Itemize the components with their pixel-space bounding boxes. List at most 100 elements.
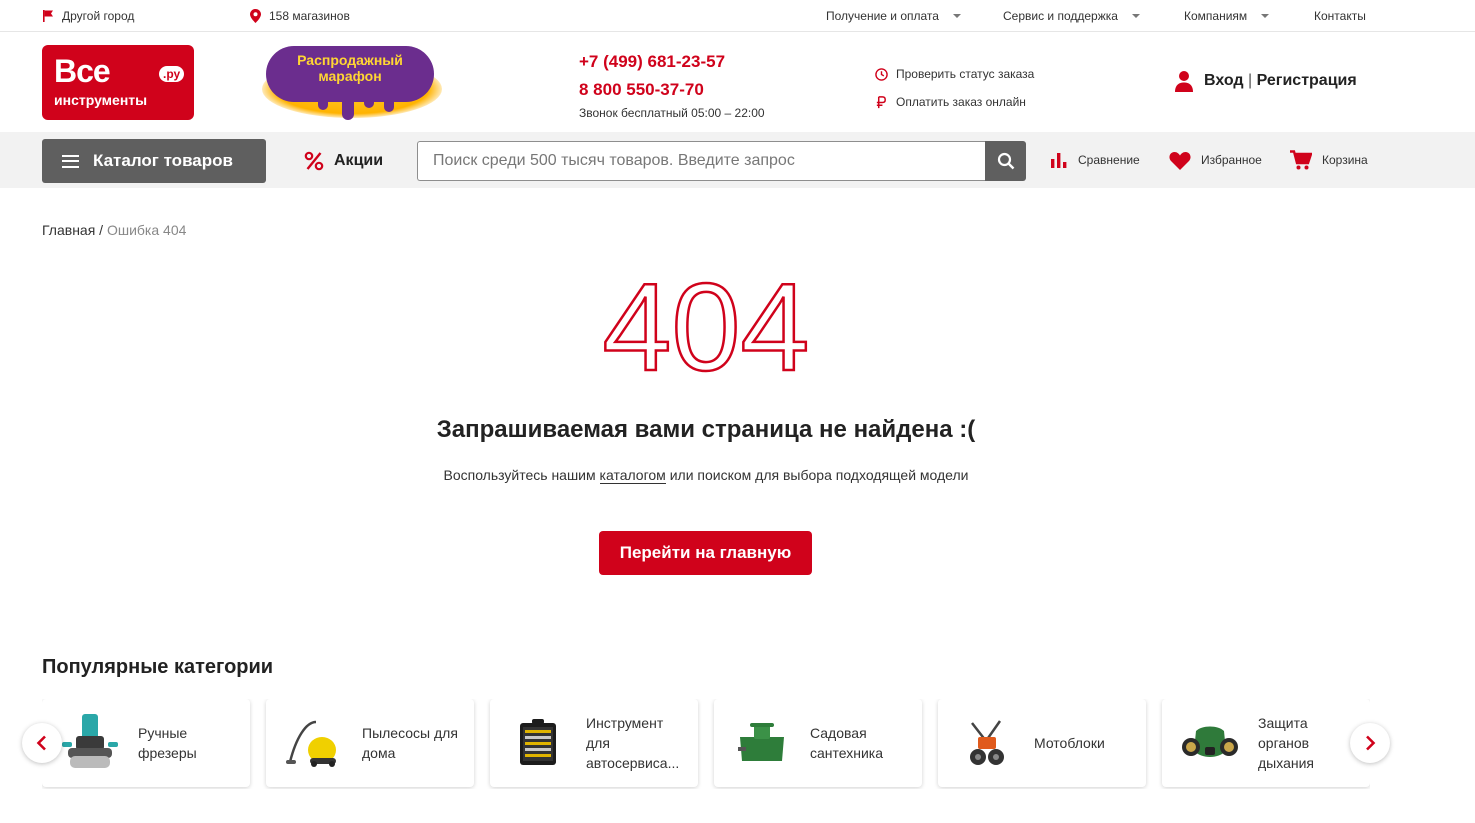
- pay-online-link[interactable]: Оплатить заказ онлайн: [875, 88, 1034, 116]
- menu-service[interactable]: Сервис и поддержка: [1003, 0, 1140, 32]
- popular-categories-carousel: Ручные фрезеры Пылесосы для дома Инструм…: [42, 699, 1370, 789]
- search-icon: [997, 152, 1014, 170]
- category-card[interactable]: Инструмент для автосервиса...: [490, 699, 698, 787]
- logo-suffix: .ру: [159, 66, 185, 82]
- error-subtitle: Воспользуйтесь нашим каталогом или поиск…: [0, 467, 1412, 484]
- header: Все .ру инструменты Распродажный марафон…: [0, 32, 1475, 132]
- promo-drip: [384, 94, 394, 112]
- carousel-prev-button[interactable]: [22, 723, 62, 763]
- sales-label: Акции: [334, 152, 384, 169]
- error-subtitle-after: или поиском для выбора подходящей модели: [665, 467, 969, 483]
- category-label: Инструмент для автосервиса...: [586, 715, 680, 771]
- category-label: Мотоблоки: [1034, 735, 1105, 751]
- menu-companies-label: Компаниям: [1184, 9, 1248, 23]
- menu-icon: [62, 154, 79, 168]
- compare-label: Сравнение: [1078, 153, 1140, 167]
- chevron-right-icon: [1366, 735, 1376, 751]
- error-code: 404: [0, 258, 1475, 399]
- category-card[interactable]: Ручные фрезеры: [42, 699, 250, 787]
- phone-note: Звонок бесплатный 05:00 – 22:00: [579, 106, 765, 120]
- promo-banner[interactable]: Распродажный марафон: [258, 46, 444, 122]
- septic-tank-icon: [714, 699, 810, 787]
- popular-categories-title: Популярные категории: [42, 656, 274, 678]
- error-code-graphic: 404: [601, 258, 810, 399]
- user-icon: [1175, 71, 1193, 92]
- promo-drip: [364, 96, 374, 108]
- contacts-block: +7 (499) 681-23-57 8 800 550-37-70 Звоно…: [579, 48, 765, 120]
- logo-line2: инструменты: [54, 92, 148, 108]
- menu-contacts-label: Контакты: [1314, 9, 1366, 23]
- menu-companies[interactable]: Компаниям: [1184, 0, 1270, 32]
- stores-link[interactable]: 158 магазинов: [250, 0, 350, 32]
- search-bar: [417, 141, 1026, 181]
- chevron-down-icon: [1131, 14, 1140, 18]
- carousel-next-button[interactable]: [1350, 723, 1390, 763]
- category-card[interactable]: Мотоблоки: [938, 699, 1146, 787]
- search-input[interactable]: [417, 141, 985, 181]
- nav-bar: Каталог товаров Акции Сравнение Избранно…: [0, 132, 1475, 188]
- login-link[interactable]: Вход: [1204, 72, 1244, 89]
- category-label: Ручные фрезеры: [138, 725, 197, 761]
- promo-drip: [318, 96, 328, 110]
- catalog-link[interactable]: каталогом: [599, 467, 666, 484]
- percent-icon: [304, 151, 324, 171]
- favorites-label: Избранное: [1201, 153, 1262, 167]
- sales-link[interactable]: Акции: [304, 139, 383, 183]
- go-home-button[interactable]: Перейти на главную: [599, 531, 812, 575]
- motor-cultivator-icon: [938, 699, 1034, 787]
- breadcrumb-home[interactable]: Главная: [42, 222, 95, 238]
- category-card[interactable]: Садовая сантехника: [714, 699, 922, 787]
- chevron-down-icon: [952, 14, 961, 18]
- order-status-link[interactable]: Проверить статус заказа: [875, 60, 1034, 88]
- menu-service-label: Сервис и поддержка: [1003, 9, 1118, 23]
- breadcrumb-current: Ошибка 404: [106, 222, 187, 238]
- breadcrumb: Главная / Ошибка 404: [42, 222, 186, 238]
- compare-link[interactable]: Сравнение: [1050, 132, 1140, 188]
- catalog-button-label: Каталог товаров: [93, 151, 233, 170]
- cart-icon: [1290, 150, 1312, 170]
- breadcrumb-separator: /: [95, 222, 107, 238]
- bar-chart-icon: [1051, 153, 1067, 168]
- respirator-icon: [1162, 699, 1258, 787]
- ruble-icon: [876, 95, 886, 108]
- chevron-down-icon: [1261, 14, 1270, 18]
- error-code-text: 404: [603, 262, 810, 382]
- category-label: Садовая сантехника: [810, 725, 884, 761]
- cart-link[interactable]: Корзина: [1290, 132, 1368, 188]
- chevron-left-icon: [36, 735, 46, 751]
- cart-label: Корзина: [1322, 153, 1368, 167]
- auth-separator: |: [1248, 72, 1253, 89]
- register-link[interactable]: Регистрация: [1257, 72, 1357, 89]
- logo-line1: Все: [54, 53, 111, 89]
- promo-drip: [342, 96, 354, 120]
- menu-delivery[interactable]: Получение и оплата: [826, 0, 961, 32]
- catalog-button[interactable]: Каталог товаров: [42, 139, 266, 183]
- map-pin-icon: [250, 9, 261, 23]
- top-bar: Другой город 158 магазинов Получение и о…: [0, 0, 1475, 32]
- order-status-label: Проверить статус заказа: [896, 67, 1035, 81]
- menu-delivery-label: Получение и оплата: [826, 9, 939, 23]
- error-subtitle-before: Воспользуйтесь нашим: [443, 467, 600, 483]
- heart-icon: [1169, 151, 1191, 170]
- category-label: Пылесосы для дома: [362, 725, 458, 761]
- promo-text: Распродажный марафон: [297, 52, 403, 84]
- menu-contacts[interactable]: Контакты: [1314, 0, 1366, 32]
- city-selector[interactable]: Другой город: [42, 0, 134, 32]
- vacuum-cleaner-icon: [266, 699, 362, 787]
- stores-label: 158 магазинов: [269, 9, 350, 23]
- phone-2[interactable]: 8 800 550-37-70: [579, 76, 765, 104]
- clock-icon: [875, 67, 888, 81]
- pay-online-label: Оплатить заказ онлайн: [896, 95, 1026, 109]
- phone-1[interactable]: +7 (499) 681-23-57: [579, 48, 765, 76]
- header-links: Проверить статус заказа Оплатить заказ о…: [875, 60, 1034, 116]
- tool-case-icon: [490, 699, 586, 787]
- error-title: Запрашиваемая вами страница не найдена :…: [436, 416, 976, 443]
- auth-block: Вход | Регистрация: [1174, 70, 1357, 92]
- category-card[interactable]: Защита органов дыхания: [1162, 699, 1370, 787]
- city-label: Другой город: [62, 9, 135, 23]
- favorites-link[interactable]: Избранное: [1169, 132, 1262, 188]
- category-card[interactable]: Пылесосы для дома: [266, 699, 474, 787]
- logo[interactable]: Все .ру инструменты: [42, 45, 194, 120]
- category-label: Защита органов дыхания: [1258, 715, 1314, 771]
- search-button[interactable]: [985, 141, 1026, 181]
